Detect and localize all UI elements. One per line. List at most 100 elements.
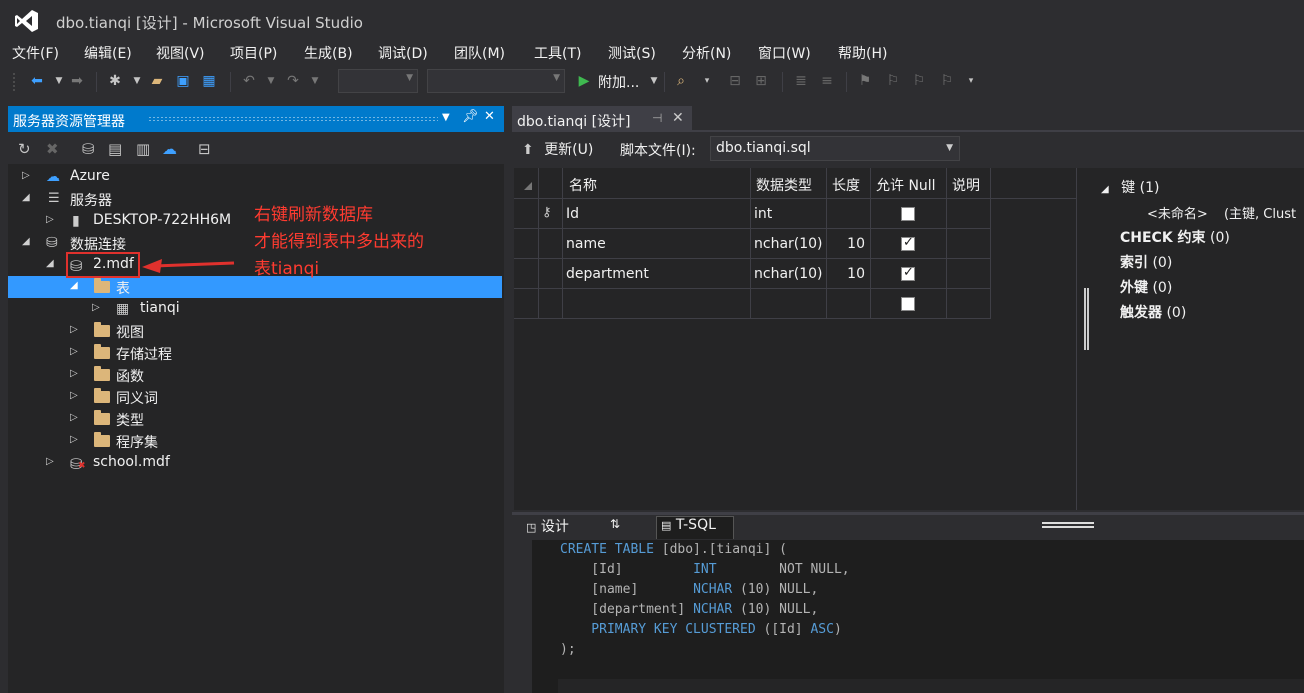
undo-icon[interactable]: ↶ <box>240 72 258 90</box>
cell-name[interactable]: name <box>563 229 751 259</box>
expand-icon[interactable]: ▷ <box>92 302 100 313</box>
tree-item-azure[interactable]: ▷ ☁ Azure <box>8 166 502 188</box>
start-debug-icon[interactable]: ▶ <box>575 72 593 90</box>
indent-icon[interactable]: ≡ <box>818 72 836 90</box>
pin-tab-icon[interactable]: ⊣ <box>652 111 662 125</box>
cell-name[interactable] <box>563 289 751 319</box>
menu-project[interactable]: 项目(P) <box>230 43 277 63</box>
connect-sharepoint-icon[interactable]: ▥ <box>136 140 150 158</box>
solution-platform-dropdown[interactable]: ▼ <box>427 69 565 93</box>
menu-team[interactable]: 团队(M) <box>454 43 505 63</box>
tab-design[interactable]: ◳ 设计 <box>522 516 596 539</box>
next-bookmark-icon[interactable]: ⚐ <box>910 72 928 90</box>
collapse-icon[interactable]: ◢ <box>22 192 30 203</box>
collapse-icon[interactable]: ◢ <box>70 280 78 291</box>
check-constraints-node[interactable]: CHECK 约束 (0) <box>1120 227 1230 247</box>
tree-item-types[interactable]: ▷ 类型 <box>8 408 502 430</box>
tree-item-assemblies[interactable]: ▷ 程序集 <box>8 430 502 452</box>
allow-null-checkbox[interactable] <box>901 235 915 251</box>
allow-null-checkbox[interactable] <box>901 207 915 221</box>
find-in-files-icon[interactable]: ⌕ <box>672 72 690 90</box>
row-selector[interactable] <box>514 199 539 229</box>
tsql-editor[interactable]: CREATE TABLE [dbo].[tianqi] ( [Id] INT N… <box>512 540 1304 693</box>
toolbar-overflow-icon[interactable]: ▾ <box>962 72 980 90</box>
expand-icon[interactable]: ▷ <box>22 170 30 181</box>
cell-length[interactable]: 10 <box>827 259 871 289</box>
tree-item-db-school[interactable]: ▷ ⛁ ✖ school.mdf <box>8 452 502 474</box>
attach-dropdown-icon[interactable]: ▼ <box>645 72 663 90</box>
cell-length[interactable]: 10 <box>827 229 871 259</box>
save-icon[interactable]: ▣ <box>174 72 192 90</box>
tree-item-table-tianqi[interactable]: ▷ ▦ tianqi <box>8 298 502 320</box>
column-header-length[interactable]: 长度 <box>827 168 871 199</box>
comment-icon[interactable]: ⊟ <box>726 72 744 90</box>
expand-icon[interactable]: ▷ <box>70 412 78 423</box>
grid-corner[interactable] <box>514 168 539 199</box>
row-selector[interactable] <box>514 229 539 259</box>
expand-icon[interactable]: ▷ <box>70 368 78 379</box>
allow-null-checkbox[interactable] <box>901 297 915 311</box>
cell-name[interactable]: department <box>563 259 751 289</box>
redo-dropdown-icon[interactable]: ▼ <box>306 72 324 90</box>
bookmark-icon[interactable]: ⚑ <box>856 72 874 90</box>
toolbar-options-icon[interactable]: ▾ <box>698 72 716 90</box>
collapse-icon[interactable]: ◢ <box>1101 184 1109 195</box>
cell-description[interactable] <box>947 229 991 259</box>
back-dropdown-icon[interactable]: ▼ <box>50 72 68 90</box>
column-header-description[interactable]: 说明 <box>947 168 991 199</box>
column-header-allow-null[interactable]: 允许 Null <box>871 168 947 199</box>
clear-bookmarks-icon[interactable]: ⚐ <box>938 72 956 90</box>
document-tab[interactable]: dbo.tianqi [设计] ⊣ ✕ <box>512 106 692 132</box>
row-selector[interactable] <box>514 289 539 319</box>
triggers-node[interactable]: 触发器 (0) <box>1120 302 1186 322</box>
back-icon[interactable]: ⬅ <box>28 72 46 90</box>
panel-drag-handle[interactable] <box>148 116 438 122</box>
solution-config-dropdown[interactable]: ▼ <box>338 69 418 93</box>
connect-azure-icon[interactable]: ☁ <box>162 140 177 158</box>
menu-help[interactable]: 帮助(H) <box>838 43 887 63</box>
column-header-type[interactable]: 数据类型 <box>751 168 827 199</box>
collapse-icon[interactable]: ◢ <box>22 236 30 247</box>
open-file-icon[interactable]: ▰ <box>148 72 166 90</box>
prev-bookmark-icon[interactable]: ⚐ <box>884 72 902 90</box>
cell-description[interactable] <box>947 289 991 319</box>
script-file-select[interactable]: dbo.tianqi.sql ▼ <box>710 136 960 161</box>
cell-name[interactable]: Id <box>563 199 751 229</box>
new-dropdown-icon[interactable]: ▼ <box>128 72 146 90</box>
cell-description[interactable] <box>947 259 991 289</box>
menu-file[interactable]: 文件(F) <box>12 43 59 63</box>
close-icon[interactable]: ✕ <box>484 109 495 124</box>
cell-length[interactable] <box>827 289 871 319</box>
tab-tsql[interactable]: ▤ T-SQL <box>656 516 734 539</box>
uncomment-icon[interactable]: ⊞ <box>752 72 770 90</box>
attach-button[interactable]: 附加... <box>598 72 639 92</box>
tree-item-views[interactable]: ▷ 视图 <box>8 320 502 342</box>
cell-length[interactable] <box>827 199 871 229</box>
menu-build[interactable]: 生成(B) <box>304 43 353 63</box>
pin-icon[interactable]: 📌︎ <box>462 109 479 124</box>
tree-item-synonyms[interactable]: ▷ 同义词 <box>8 386 502 408</box>
menu-view[interactable]: 视图(V) <box>156 43 205 63</box>
tab-swap-panes[interactable]: ⇅ <box>606 516 630 539</box>
row-selector[interactable] <box>514 259 539 289</box>
cell-description[interactable] <box>947 199 991 229</box>
outdent-icon[interactable]: ≣ <box>792 72 810 90</box>
redo-icon[interactable]: ↷ <box>284 72 302 90</box>
forward-icon[interactable]: ➡ <box>68 72 86 90</box>
stop-icon[interactable]: ✖ <box>46 140 59 158</box>
menu-window[interactable]: 窗口(W) <box>758 43 811 63</box>
indexes-node[interactable]: 索引 (0) <box>1120 252 1172 272</box>
refresh-icon[interactable]: ↻ <box>18 140 31 158</box>
pane-resize-grip[interactable] <box>1042 522 1094 528</box>
foreign-keys-node[interactable]: 外键 (0) <box>1120 277 1172 297</box>
properties-icon[interactable]: ⊟ <box>198 140 211 158</box>
cell-type[interactable]: nchar(10) <box>751 259 827 289</box>
expand-icon[interactable]: ▷ <box>70 324 78 335</box>
new-project-icon[interactable]: ✱ <box>106 72 124 90</box>
collapse-icon[interactable]: ◢ <box>46 258 54 269</box>
expand-icon[interactable]: ▷ <box>70 434 78 445</box>
column-header-name[interactable]: 名称 <box>563 168 751 199</box>
toolbar-grip[interactable] <box>12 72 16 92</box>
expand-icon[interactable]: ▷ <box>46 456 54 467</box>
panel-menu-icon[interactable]: ▼ <box>442 112 450 123</box>
